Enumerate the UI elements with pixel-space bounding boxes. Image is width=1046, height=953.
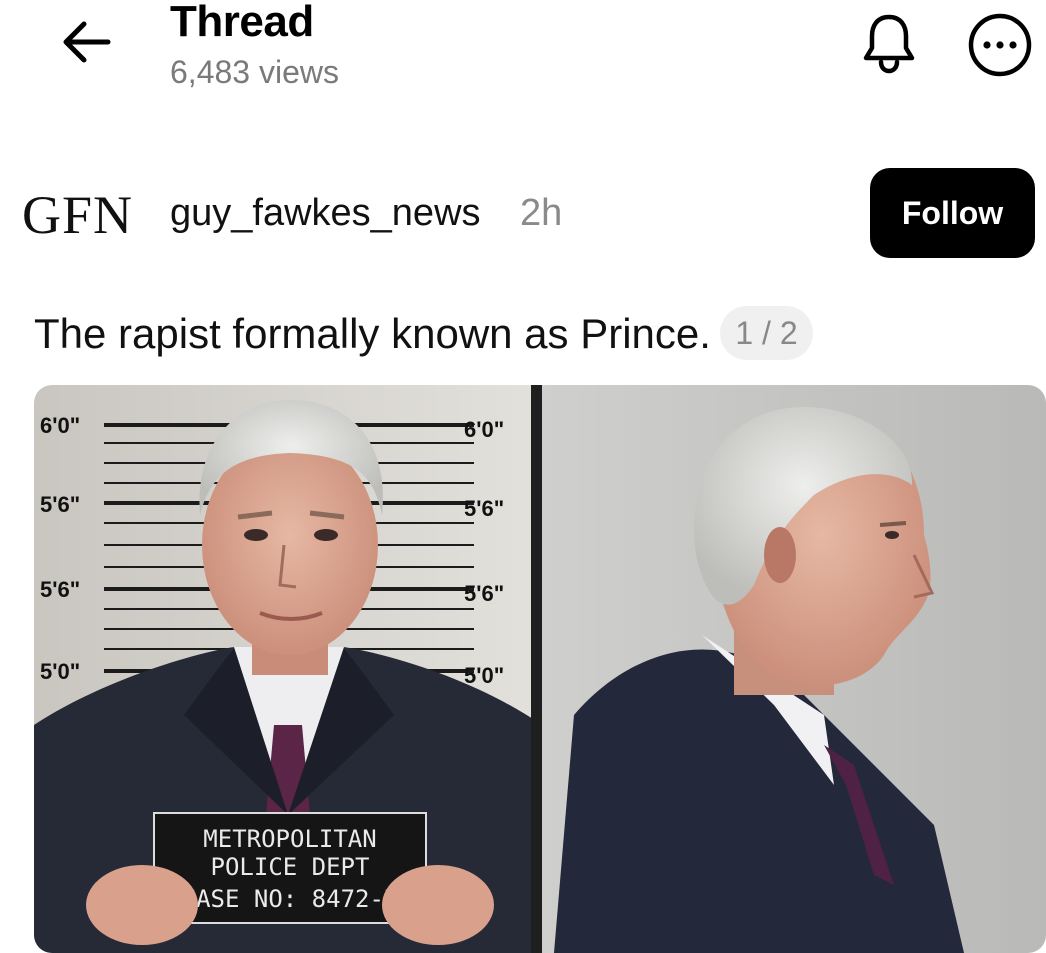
placard-line: METROPOLITAN xyxy=(203,825,376,853)
notifications-button[interactable] xyxy=(856,10,922,76)
author-username[interactable]: guy_fawkes_news xyxy=(170,190,481,236)
more-options-button[interactable] xyxy=(965,10,1035,80)
page-title: Thread xyxy=(170,0,314,46)
placard-line: CASE NO: 8472-B xyxy=(182,885,399,913)
post-timestamp: 2h xyxy=(520,192,563,234)
mugshot-collage-image: 6'0" 5'6" 5'6" 5'0" 6'0" 5'6" 5'6" 5'0" xyxy=(34,385,1046,953)
height-label-left: 5'0" xyxy=(40,659,80,684)
post-image[interactable]: 6'0" 5'6" 5'6" 5'0" 6'0" 5'6" 5'6" 5'0" xyxy=(34,385,1046,953)
post-text: The rapist formally known as Prince. xyxy=(34,310,711,357)
height-label-right: 5'0" xyxy=(464,663,504,688)
height-label-right: 5'6" xyxy=(464,581,504,606)
author-avatar[interactable]: GFN xyxy=(22,183,144,247)
height-label-left: 5'6" xyxy=(40,577,80,602)
page-indicator-badge: 1 / 2 xyxy=(720,306,813,360)
back-button[interactable] xyxy=(56,14,116,70)
view-count: 6,483 views xyxy=(170,54,339,90)
placard-line: POLICE DEPT xyxy=(211,853,370,881)
height-label-left: 5'6" xyxy=(40,492,80,517)
height-label-left: 6'0" xyxy=(40,413,80,438)
arrow-left-icon xyxy=(63,21,111,63)
height-label-right: 6'0" xyxy=(464,417,504,442)
bell-icon xyxy=(863,14,915,74)
height-label-right: 5'6" xyxy=(464,496,504,521)
more-horizontal-icon xyxy=(968,13,1032,77)
follow-button[interactable]: Follow xyxy=(870,168,1035,258)
